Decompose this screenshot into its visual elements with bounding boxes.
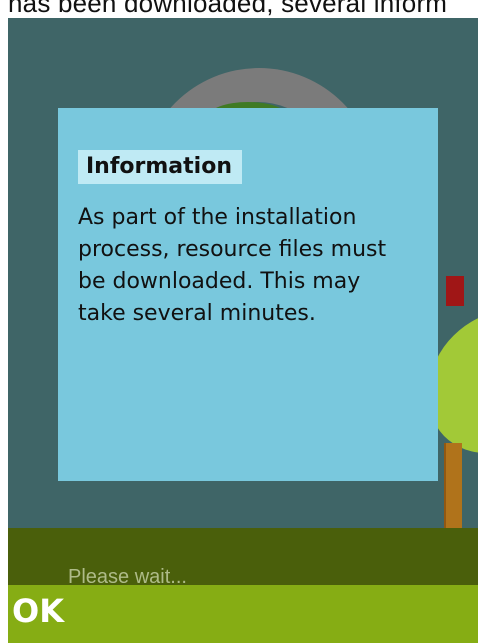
top-caption-strip: has been downloaded, several inform — [0, 0, 478, 18]
background-red-flag — [446, 276, 464, 306]
top-caption: has been downloaded, several inform — [8, 0, 448, 18]
dialog-title: Information — [78, 150, 242, 184]
screen: Please wait... Information As part of th… — [8, 18, 478, 643]
ok-softkey-button[interactable]: OK — [12, 595, 64, 627]
softkey-bar: OK — [8, 585, 478, 643]
information-dialog: Information As part of the installation … — [58, 108, 438, 481]
dialog-message: As part of the installation process, res… — [78, 205, 387, 326]
